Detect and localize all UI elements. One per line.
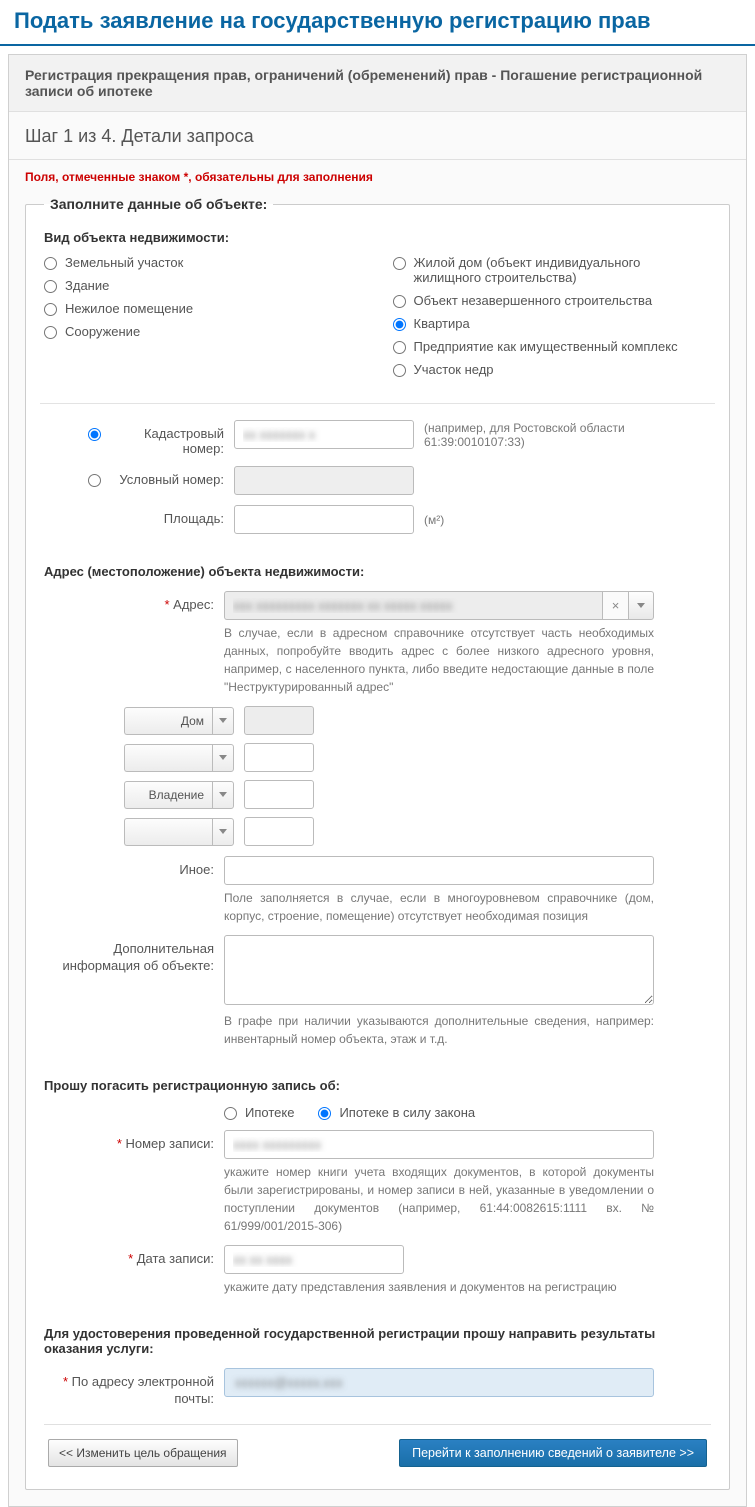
property-type-building[interactable]: Здание — [44, 278, 363, 293]
extra-select[interactable] — [124, 818, 212, 846]
mortgage-option-2[interactable]: Ипотеке в силу закона — [318, 1105, 475, 1120]
house-type-select[interactable]: Дом — [124, 707, 212, 735]
additional-info-textarea[interactable] — [224, 935, 654, 1005]
cadastral-hint: (например, для Ростовской области 61:39:… — [424, 421, 711, 449]
email-label: По адресу электронной почты: — [72, 1374, 214, 1406]
address-hint: В случае, если в адресном справочнике от… — [224, 624, 654, 696]
corpus-select[interactable] — [124, 744, 212, 772]
property-type-unfinished[interactable]: Объект незавершенного строительства — [393, 293, 712, 308]
property-type-label: Вид объекта недвижимости: — [44, 230, 711, 245]
possession-select[interactable]: Владение — [124, 781, 212, 809]
page-title: Подать заявление на государственную реги… — [0, 0, 755, 46]
additional-info-label: Дополнительная информация об объекте: — [44, 935, 224, 975]
area-input[interactable] — [234, 505, 414, 534]
address-clear-icon[interactable]: × — [602, 591, 628, 620]
object-legend: Заполните данные об объекте: — [44, 196, 273, 212]
extra-arrow-icon[interactable] — [212, 818, 234, 846]
record-number-hint: укажите номер книги учета входящих докум… — [224, 1163, 654, 1235]
conditional-label: Условный номер: — [104, 466, 234, 487]
object-fieldset: Заполните данные об объекте: Вид объекта… — [25, 196, 730, 1490]
back-button[interactable]: << Изменить цель обращения — [48, 1439, 238, 1467]
section-header: Регистрация прекращения прав, ограничени… — [9, 55, 746, 112]
property-type-land[interactable]: Земельный участок — [44, 255, 363, 270]
conditional-radio[interactable] — [88, 474, 101, 487]
address-section-label: Адрес (местоположение) объекта недвижимо… — [44, 564, 711, 579]
record-date-label: Дата записи: — [137, 1251, 214, 1266]
property-type-house[interactable]: Жилой дом (объект индивидуального жилищн… — [393, 255, 712, 285]
corpus-arrow-icon[interactable] — [212, 744, 234, 772]
cancel-section-label: Прошу погасить регистрационную запись об… — [44, 1078, 711, 1093]
cadastral-label: Кадастровый номер: — [104, 420, 234, 456]
cadastral-input[interactable] — [234, 420, 414, 449]
next-button[interactable]: Перейти к заполнению сведений о заявител… — [399, 1439, 707, 1467]
property-type-apartment[interactable]: Квартира — [393, 316, 712, 331]
area-unit: (м²) — [424, 513, 444, 527]
other-hint: Поле заполняется в случае, если в многоу… — [224, 889, 654, 925]
address-label: Адрес: — [173, 597, 214, 612]
area-label: Площадь: — [104, 505, 234, 526]
additional-info-hint: В графе при наличии указываются дополнит… — [224, 1012, 654, 1048]
property-type-structure[interactable]: Сооружение — [44, 324, 363, 339]
record-date-input[interactable] — [224, 1245, 404, 1274]
other-input[interactable] — [224, 856, 654, 885]
corpus-input[interactable] — [244, 743, 314, 772]
record-number-input[interactable] — [224, 1130, 654, 1159]
house-number-input[interactable] — [244, 706, 314, 735]
possession-input[interactable] — [244, 780, 314, 809]
house-type-arrow-icon[interactable] — [212, 707, 234, 735]
required-fields-note: Поля, отмеченные знаком *, обязательны д… — [9, 160, 746, 196]
property-type-subsurface[interactable]: Участок недр — [393, 362, 712, 377]
conditional-input — [234, 466, 414, 495]
record-number-label: Номер записи: — [126, 1136, 215, 1151]
cadastral-radio[interactable] — [88, 428, 101, 441]
address-input[interactable] — [224, 591, 602, 620]
other-label: Иное: — [44, 856, 224, 877]
email-field: xxxxxx@xxxxx.xxx — [224, 1368, 654, 1397]
step-title: Шаг 1 из 4. Детали запроса — [9, 112, 746, 160]
delivery-section-label: Для удостоверения проведенной государств… — [44, 1326, 711, 1356]
property-type-enterprise[interactable]: Предприятие как имущественный комплекс — [393, 339, 712, 354]
possession-arrow-icon[interactable] — [212, 781, 234, 809]
mortgage-option-1[interactable]: Ипотеке — [224, 1105, 294, 1120]
address-dropdown-icon[interactable] — [628, 591, 654, 620]
property-type-nonres[interactable]: Нежилое помещение — [44, 301, 363, 316]
record-date-hint: укажите дату представления заявления и д… — [224, 1278, 654, 1296]
extra-input[interactable] — [244, 817, 314, 846]
